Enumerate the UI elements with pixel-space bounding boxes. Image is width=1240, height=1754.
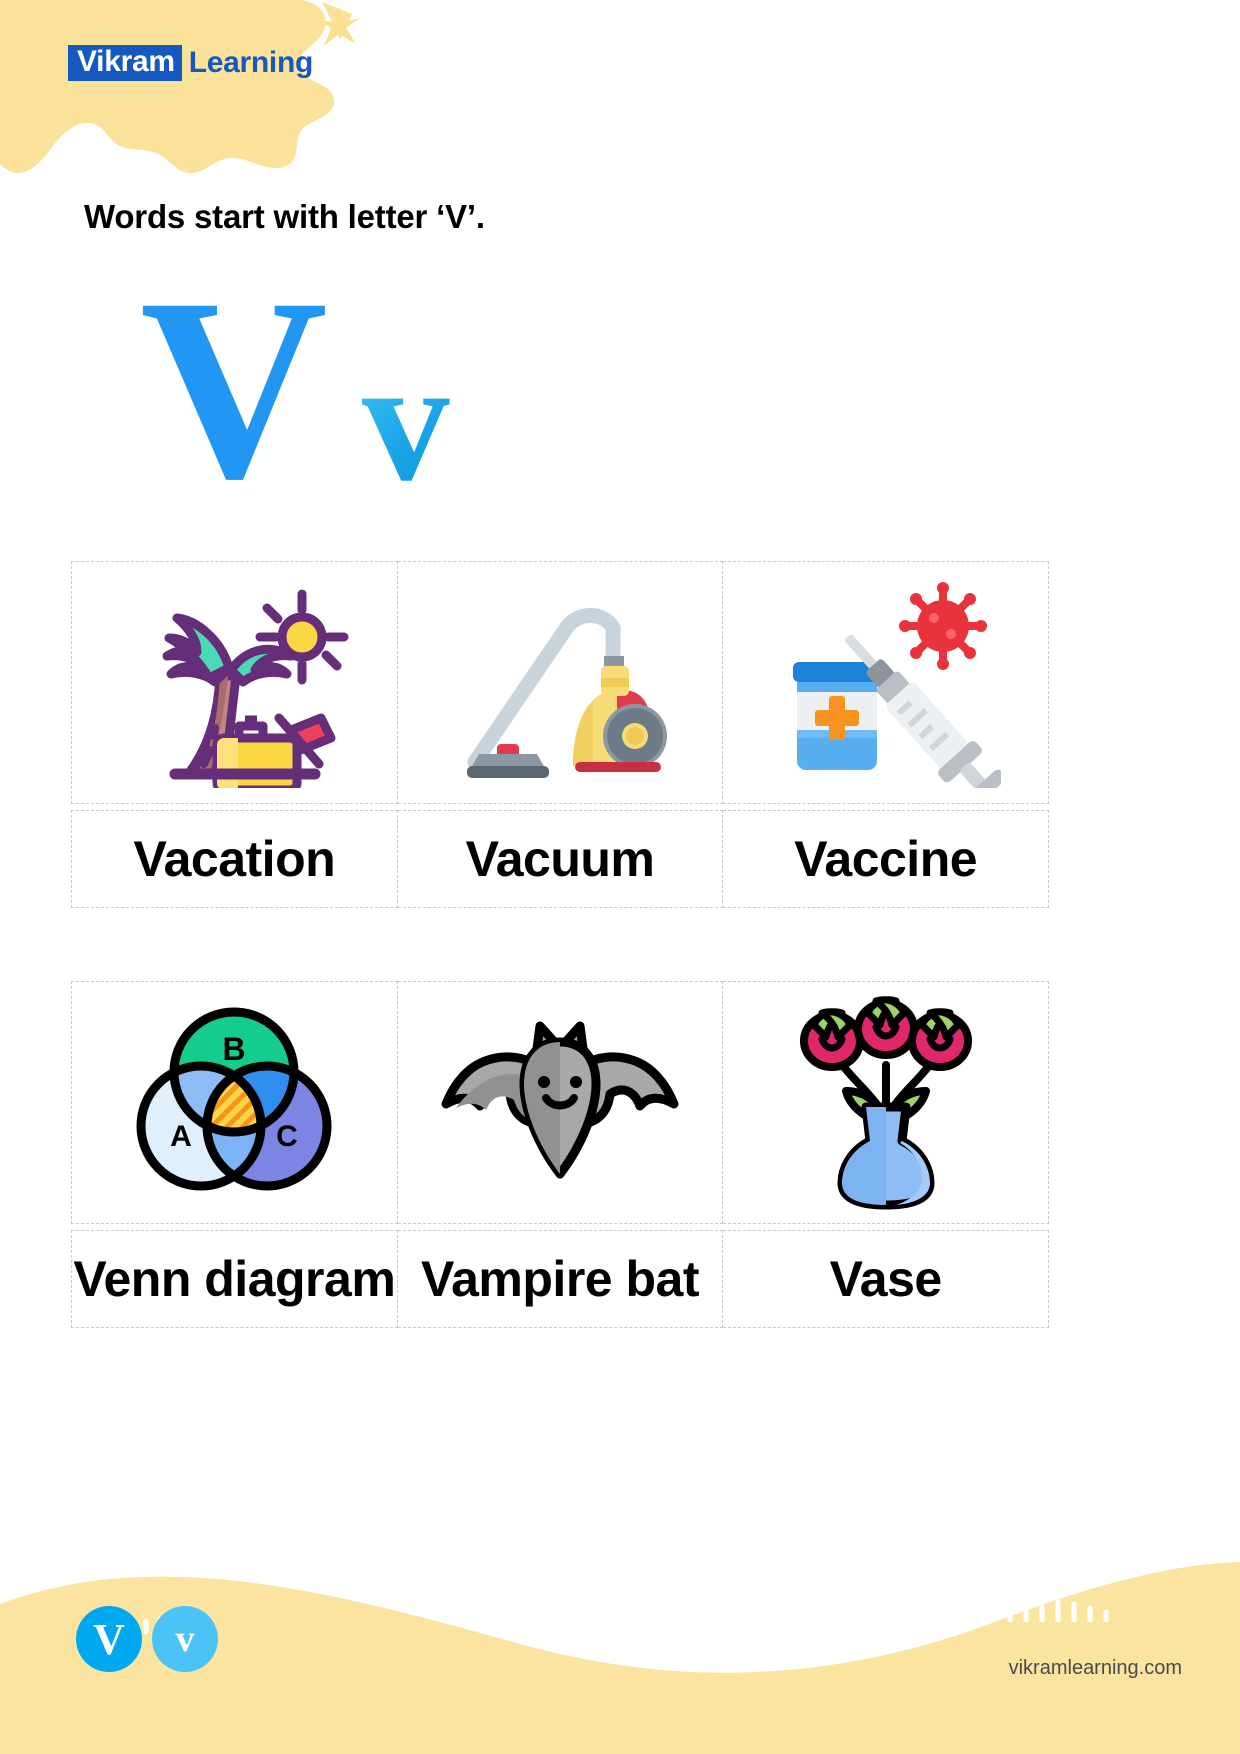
page-title: Words start with letter ‘V’. <box>84 198 485 235</box>
footer-letter-badges: V v <box>76 1606 218 1672</box>
word-grid-row-1: Vacation Vacuum Vaccine <box>71 561 1050 908</box>
word-grid-row-2: B A C Venn diagram Vampire bat Vase <box>71 981 1050 1328</box>
word-label-row: Vacation Vacuum Vaccine <box>71 810 1050 908</box>
letter-showcase: V v <box>140 245 500 533</box>
picture-cell-venn-diagram[interactable]: B A C <box>71 981 398 1224</box>
word-cell-vaccine[interactable]: Vaccine <box>723 810 1050 908</box>
lowercase-letter: v <box>362 323 450 517</box>
picture-cell-vase[interactable] <box>723 981 1050 1224</box>
venn-label-b: B <box>223 1031 246 1067</box>
word-label: Vase <box>829 1251 943 1307</box>
word-cell-vacation[interactable]: Vacation <box>71 810 398 908</box>
palm-tree-suitcase-sun-icon <box>162 589 349 788</box>
logo-vikram-text: Vikram <box>68 45 182 81</box>
picture-row: B A C <box>71 981 1050 1224</box>
dotted-accent-right <box>1007 1600 1109 1623</box>
footer-badge-lowercase: v <box>152 1606 218 1672</box>
header-blob-decoration <box>0 0 352 174</box>
word-cell-vase[interactable]: Vase <box>723 1230 1050 1328</box>
word-cell-venn-diagram[interactable]: Venn diagram <box>71 1230 398 1328</box>
footer-website-url[interactable]: vikramlearning.com <box>1009 1657 1182 1680</box>
picture-row <box>71 561 1050 804</box>
word-cell-vampire-bat[interactable]: Vampire bat <box>397 1230 724 1328</box>
picture-cell-vampire-bat[interactable] <box>397 981 724 1224</box>
venn-label-a: A <box>170 1120 192 1153</box>
picture-cell-vaccine[interactable] <box>723 561 1050 804</box>
word-cell-vacuum[interactable]: Vacuum <box>397 810 724 908</box>
page-footer: V v vikramlearning.com <box>0 1444 1240 1754</box>
footer-badge-uppercase: V <box>76 1606 142 1672</box>
word-label: Vampire bat <box>421 1251 699 1307</box>
picture-cell-vacuum[interactable] <box>397 561 724 804</box>
word-label: Venn diagram <box>73 1251 396 1307</box>
word-label: Vaccine <box>794 831 978 887</box>
word-label: Vacation <box>133 831 336 887</box>
picture-cell-vacation[interactable] <box>71 561 398 804</box>
flower-vase-icon <box>799 996 972 1210</box>
logo-learning-text: Learning <box>188 46 314 79</box>
venn-label-c: C <box>276 1120 298 1153</box>
vacuum-cleaner-icon <box>467 607 667 778</box>
brand-logo[interactable]: Vikram Learning <box>68 42 313 84</box>
uppercase-letter: V <box>140 245 328 533</box>
bat-icon <box>441 1021 679 1178</box>
word-label-row: Venn diagram Vampire bat Vase <box>71 1230 1050 1328</box>
footer-wave-decoration <box>0 1562 1240 1754</box>
venn-diagram-icon: B A C <box>136 1007 332 1190</box>
syringe-vial-virus-icon <box>792 581 1001 788</box>
page-header: Vikram Learning <box>0 0 1240 175</box>
word-label: Vacuum <box>465 831 655 887</box>
sparkle-star-icon <box>318 6 360 46</box>
